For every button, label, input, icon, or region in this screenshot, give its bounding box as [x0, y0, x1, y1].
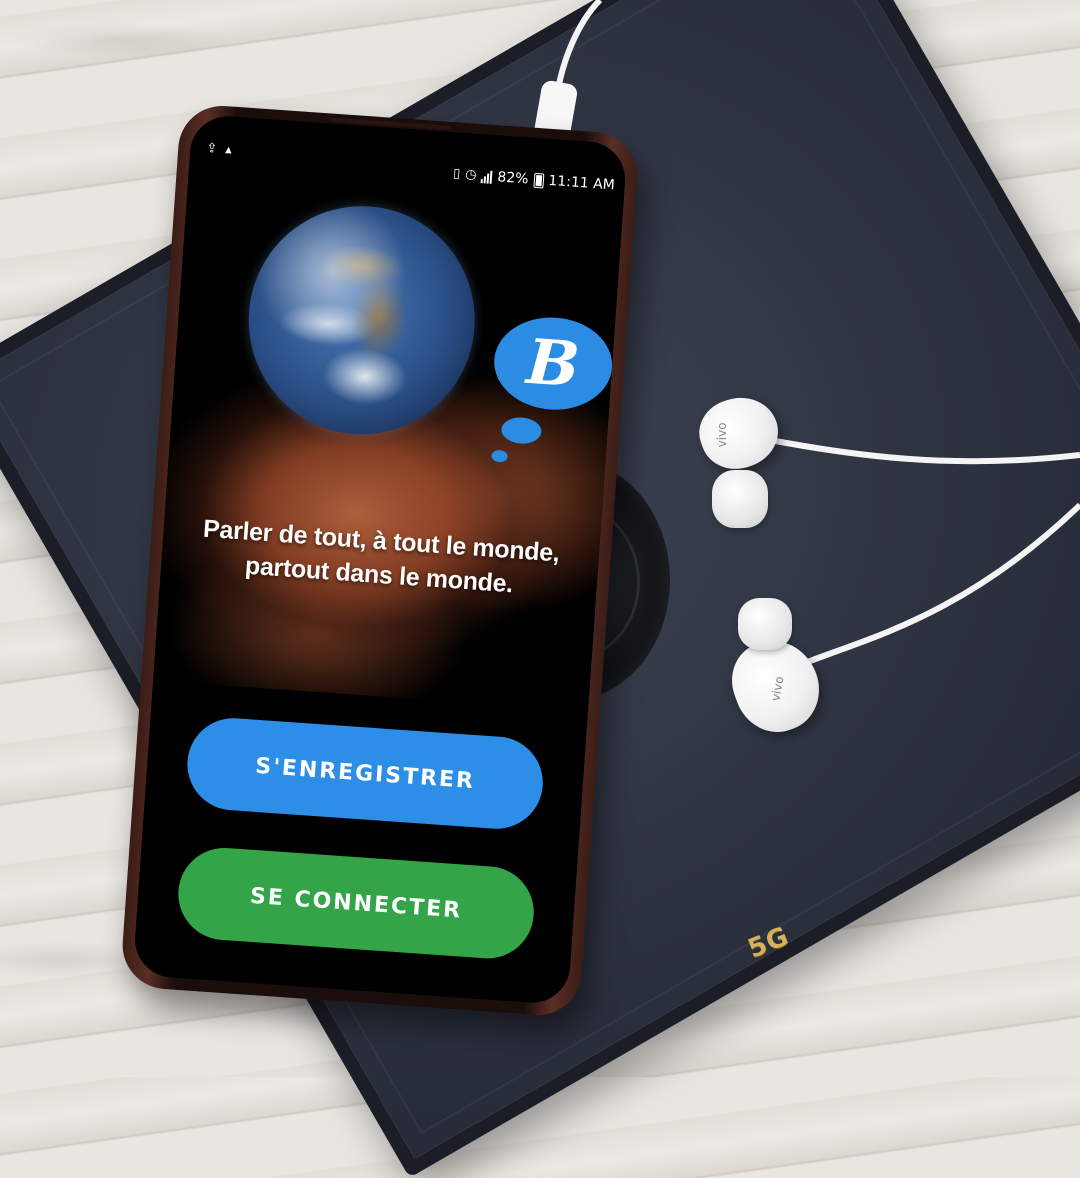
earbud-brand-label: vivo [768, 675, 787, 703]
tagline: Parler de tout, à tout le monde, partout… [160, 509, 600, 607]
earbud-tip-top [712, 470, 768, 528]
smartphone: ⇪ ▴ ▯ ◷ 82% 11:11 AM B Parler de tout, à… [119, 103, 641, 1018]
usb-icon: ⇪ [205, 140, 218, 157]
earth-globe-image [241, 198, 483, 442]
app-screen: ⇪ ▴ ▯ ◷ 82% 11:11 AM B Parler de tout, à… [132, 113, 628, 1006]
earbud-brand-label: vivo [715, 422, 730, 448]
app-logo-bubble: B [491, 313, 616, 414]
battery-icon [532, 172, 544, 188]
app-logo-letter: B [524, 324, 582, 402]
earbud-tip-bottom [738, 598, 792, 650]
hero-image: B Parler de tout, à tout le monde, parto… [153, 171, 624, 711]
clock: 11:11 AM [547, 172, 616, 194]
login-button[interactable]: SE CONNECTER [175, 844, 537, 962]
logo-bubble-dot [500, 416, 543, 445]
status-left: ⇪ ▴ [206, 141, 232, 159]
battery-percent: 82% [496, 169, 530, 188]
status-right: ▯ ◷ 82% 11:11 AM [452, 166, 616, 194]
android-icon: ▴ [224, 142, 233, 158]
signal-icon [481, 170, 493, 184]
logo-bubble-dot [491, 449, 508, 463]
register-button[interactable]: S'ENREGISTRER [184, 715, 546, 832]
alarm-icon: ◷ [464, 167, 478, 183]
vibrate-icon: ▯ [452, 166, 461, 182]
